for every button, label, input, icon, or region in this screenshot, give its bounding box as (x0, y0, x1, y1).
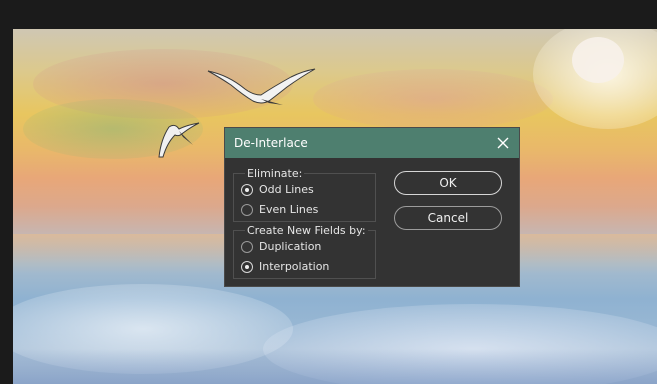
seagull-small (158, 122, 200, 158)
radio-button[interactable] (241, 241, 253, 253)
radio-interpolation[interactable]: Interpolation (241, 260, 361, 276)
de-interlace-dialog: De-Interlace Eliminate: Odd Lines Even L… (224, 127, 520, 287)
seagull-large (207, 68, 316, 105)
cancel-button[interactable]: Cancel (394, 206, 502, 230)
workspace-top-area (0, 0, 657, 29)
painting-cloud (313, 69, 553, 129)
painting-sun (572, 37, 624, 83)
radio-even-lines-label: Even Lines (259, 203, 319, 216)
radio-duplication-label: Duplication (259, 240, 322, 253)
radio-button[interactable] (241, 204, 253, 216)
radio-odd-lines[interactable]: Odd Lines (241, 183, 361, 199)
radio-button[interactable] (241, 184, 253, 196)
painting-deep-water (13, 349, 657, 384)
close-icon[interactable] (493, 133, 513, 153)
create-fields-label: Create New Fields by: (245, 224, 368, 237)
eliminate-label: Eliminate: (245, 167, 305, 180)
radio-even-lines[interactable]: Even Lines (241, 203, 361, 219)
dialog-title: De-Interlace (234, 136, 308, 150)
radio-odd-lines-label: Odd Lines (259, 183, 314, 196)
radio-duplication[interactable]: Duplication (241, 240, 361, 256)
radio-interpolation-label: Interpolation (259, 260, 330, 273)
workspace-left-area (0, 29, 13, 384)
dialog-titlebar[interactable]: De-Interlace (225, 128, 519, 158)
ok-button[interactable]: OK (394, 171, 502, 195)
radio-button[interactable] (241, 261, 253, 273)
